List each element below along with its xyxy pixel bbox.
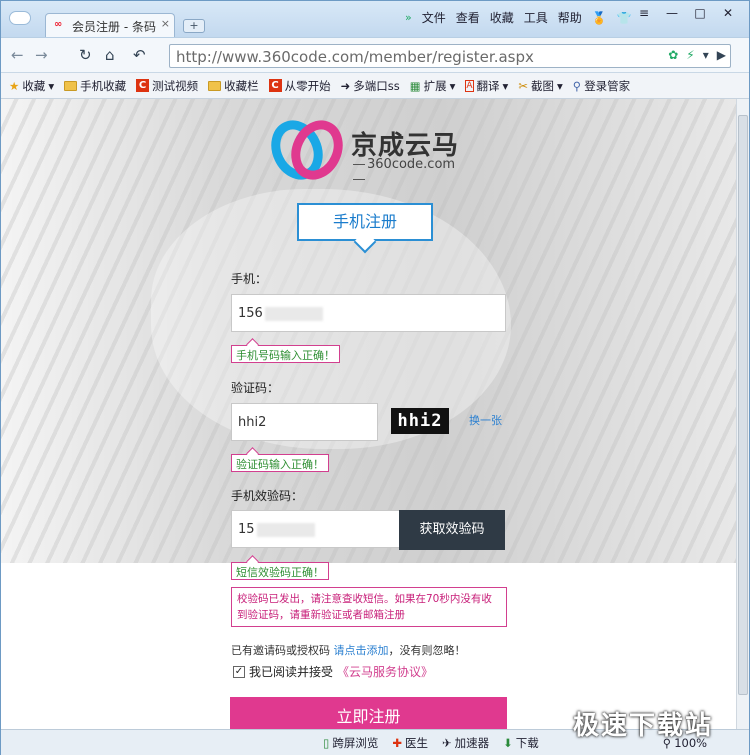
bookmark-extensions[interactable]: ▦ 扩展 ▾ [410,78,456,94]
translate-icon: A [465,79,474,92]
maximize-icon[interactable]: □ [687,5,713,23]
watermark: 极速下载站 [573,711,714,741]
download-icon: ⬇ [503,735,513,750]
agree-checkbox[interactable]: ✓ [233,665,245,678]
refresh-captcha-link[interactable]: 换一张 [469,412,502,428]
menu-icon[interactable]: ≡ [631,5,657,23]
phone-valid-tip: 手机号码输入正确！ [231,345,340,363]
bookmark-screenshot[interactable]: ✂ 截图 ▾ [518,78,562,94]
bookmarks-bar: ★ 收藏 ▾ 手机收藏 C 测试视频 收藏栏 C 从零开始 ➜ 多端口ss ▦ 扩展 ▾ … [1,73,749,99]
bookmark-multi-port[interactable]: ➜ 多端口ss [341,78,400,94]
go-icon[interactable]: ▶ [717,48,726,62]
minimize-icon[interactable]: — [659,5,685,23]
arrow-icon: ➜ [340,78,351,93]
bookmark-favorites[interactable]: ★ 收藏 ▾ [9,78,54,94]
plus-icon: ✚ [392,735,402,750]
get-sms-code-button[interactable]: 获取效验码 [399,510,505,550]
menu-view[interactable]: 查看 [456,9,480,26]
dropdown-icon[interactable]: ▾ [703,48,709,62]
sms-code-label: 手机效验码： [231,489,304,503]
title-bar: ∞ 会员注册 - 条码 × + » 文件 查看 收藏 工具 帮助 🏅 👕 ≡ —… [1,1,749,37]
menu-file[interactable]: 文件 [422,9,446,26]
double-chevron-icon[interactable]: » [405,11,412,24]
bookmark-login-manager[interactable]: ⚲ 登录管家 [573,78,630,94]
captcha-valid-tip: 验证码输入正确！ [231,454,329,472]
medal-icon[interactable]: 🏅 [592,11,607,25]
close-icon[interactable]: ✕ [715,5,741,23]
captcha-input[interactable]: hhi2 [231,403,378,441]
scissors-icon: ✂ [518,78,528,93]
tab-phone-register[interactable]: 手机注册 [297,203,433,241]
star-icon: ★ [9,78,20,93]
status-download[interactable]: ⬇ 下载 [503,735,539,751]
forward-icon[interactable]: → [35,46,48,64]
window-controls: ≡ — □ ✕ [631,5,741,23]
bookmark-favorites-bar[interactable]: 收藏栏 [208,78,259,94]
back-icon[interactable]: ← [11,46,24,64]
url-text[interactable]: http://www.360code.com/member/register.a… [176,48,534,66]
menu-favorites[interactable]: 收藏 [490,9,514,26]
captcha-label: 验证码： [231,381,280,395]
lightning-icon[interactable]: ⚡ [686,48,694,62]
navigation-bar: ← → ↻ ⌂ ↶ http://www.360code.com/member/… [1,37,749,73]
bookmark-from-zero[interactable]: C 从零开始 [268,78,331,94]
c-site-icon: C [268,79,282,92]
sms-code-input[interactable]: 15 [231,510,401,548]
scrollbar-thumb[interactable] [738,115,748,695]
bookmark-test-video[interactable]: C 测试视频 [136,78,198,94]
agreement-row: ✓ 我已阅读并接受 《云马服务协议》 [233,663,433,680]
sms-sent-notice: 校验码已发出，请注意查收短信。如果在70秒内没有收到验证码，请重新验证或者邮箱注… [231,587,507,627]
site-logo-icon: ∞ [54,19,63,30]
browser-window: ∞ 会员注册 - 条码 × + » 文件 查看 收藏 工具 帮助 🏅 👕 ≡ —… [0,0,750,755]
address-bar[interactable]: http://www.360code.com/member/register.a… [169,44,731,68]
service-agreement-link[interactable]: 《云马服务协议》 [337,663,433,680]
undo-icon[interactable]: ↶ [133,46,146,64]
folder-icon [64,80,78,91]
cloud-icon[interactable] [9,11,31,25]
captcha-image[interactable]: hhi2 [391,408,449,434]
new-tab-button[interactable]: + [183,19,205,33]
bookmark-mobile-favorites[interactable]: 手机收藏 [64,78,126,94]
refresh-icon[interactable]: ↻ [79,46,92,64]
status-doctor[interactable]: ✚ 医生 [392,735,428,751]
phone-input[interactable]: 156 [231,294,506,332]
key-icon: ⚲ [572,78,582,93]
tab-member-register[interactable]: ∞ 会员注册 - 条码 × [45,13,175,37]
c-site-icon: C [136,79,150,92]
folder-icon [208,80,222,91]
logo-mark-icon [271,120,343,180]
bookmark-translate[interactable]: A 翻译 ▾ [465,78,508,94]
add-invite-code-link[interactable]: 请点击添加 [334,644,389,657]
security-icon[interactable]: ✿ [668,48,678,62]
phone-label: 手机： [231,272,268,286]
sms-valid-tip: 短信效验码正确！ [231,562,329,580]
home-icon[interactable]: ⌂ [105,46,115,64]
vertical-scrollbar[interactable] [736,99,749,729]
menu-help[interactable]: 帮助 [558,9,582,26]
logo-domain: 360code.com [351,157,471,187]
skin-shirt-icon[interactable]: 👕 [617,11,632,25]
menu-tools[interactable]: 工具 [524,9,548,26]
menu-bar: » 文件 查看 收藏 工具 帮助 🏅 👕 [405,9,632,26]
agree-text: 我已阅读并接受 [249,665,334,679]
rocket-icon: ✈ [441,735,452,750]
invite-code-line: 已有邀请码或授权码 请点击添加，没有则忽略！ [231,644,466,657]
page-content: 京成云马 360code.com 手机注册 手机： 156 手机号码输入正确！ … [1,99,736,729]
address-bar-icons: ✿ ⚡ ▾ ▶ [668,48,726,62]
tab-title: 会员注册 - 条码 [72,20,156,34]
register-now-button[interactable]: 立即注册 [230,697,507,729]
phone-icon: ▯ [323,735,330,750]
close-tab-icon[interactable]: × [161,17,170,30]
puzzle-icon: ▦ [409,78,421,93]
status-cross-screen[interactable]: ▯ 跨屏浏览 [323,735,378,751]
status-accelerator[interactable]: ✈ 加速器 [442,735,489,751]
site-logo[interactable]: 京成云马 360code.com [271,117,471,183]
